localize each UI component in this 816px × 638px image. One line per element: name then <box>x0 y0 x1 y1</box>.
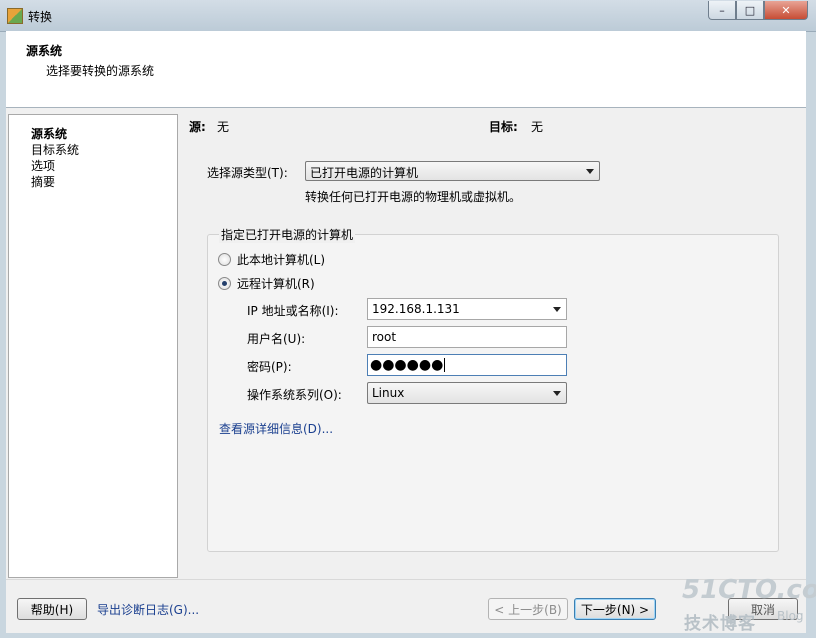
username-label: 用户名(U): <box>247 332 306 346</box>
password-input[interactable]: ●●●●●● <box>367 354 567 376</box>
watermark-logo: 51CTO.com <box>682 575 816 605</box>
wizard-header: 源系统 选择要转换的源系统 <box>6 31 806 108</box>
source-label: 源: <box>189 120 206 134</box>
nav-item-source-system[interactable]: 源系统 <box>31 126 67 142</box>
title-bar[interactable]: 转换 – □ ✕ <box>0 0 816 32</box>
minimize-button[interactable]: – <box>708 1 736 20</box>
wizard-content: 源系统 目标系统 选项 摘要 源: 无 目标: 无 选择源类型(T): 已打开电… <box>6 108 806 579</box>
app-icon <box>7 8 23 24</box>
ip-value: 192.168.1.131 <box>372 302 460 316</box>
os-family-dropdown[interactable]: Linux <box>367 382 567 404</box>
ip-address-combobox[interactable]: 192.168.1.131 <box>367 298 567 320</box>
username-value: root <box>372 330 397 344</box>
maximize-button[interactable]: □ <box>736 1 764 20</box>
remote-computer-label[interactable]: 远程计算机(R) <box>237 275 315 292</box>
source-type-value: 已打开电源的计算机 <box>310 166 419 180</box>
chevron-down-icon[interactable] <box>553 307 561 312</box>
page-subtitle: 选择要转换的源系统 <box>46 64 155 78</box>
next-button[interactable]: 下一步(N) > <box>574 598 656 620</box>
target-value: 无 <box>531 120 544 134</box>
source-type-label: 选择源类型(T): <box>207 166 288 180</box>
remote-computer-radio[interactable] <box>218 277 231 290</box>
chevron-down-icon <box>553 391 561 396</box>
window-title: 转换 <box>28 10 53 24</box>
help-button[interactable]: 帮助(H) <box>17 598 87 620</box>
wizard-steps-nav: 源系统 目标系统 选项 摘要 <box>8 114 178 578</box>
target-label: 目标: <box>489 120 518 134</box>
page-title: 源系统 <box>26 44 63 58</box>
username-input[interactable]: root <box>367 326 567 348</box>
password-mask: ●●●●●● <box>370 357 446 373</box>
os-family-value: Linux <box>372 386 405 400</box>
nav-item-summary[interactable]: 摘要 <box>31 174 55 190</box>
nav-item-target-system[interactable]: 目标系统 <box>31 142 79 158</box>
watermark-tagline: 技术博客 <box>684 614 756 634</box>
os-family-label: 操作系统系列(O): <box>247 388 342 402</box>
nav-item-options[interactable]: 选项 <box>31 158 55 174</box>
ip-label: IP 地址或名称(I): <box>247 304 339 318</box>
local-computer-label[interactable]: 此本地计算机(L) <box>237 251 325 268</box>
source-value: 无 <box>217 120 230 134</box>
group-title: 指定已打开电源的计算机 <box>219 226 356 243</box>
watermark-blog: Blog <box>777 609 804 623</box>
back-button[interactable]: < 上一步(B) <box>488 598 568 620</box>
chevron-down-icon <box>586 169 594 174</box>
export-diagnostic-logs-link[interactable]: 导出诊断日志(G)... <box>97 601 199 618</box>
source-type-dropdown[interactable]: 已打开电源的计算机 <box>305 161 600 181</box>
local-computer-radio[interactable] <box>218 253 231 266</box>
window-controls: – □ ✕ <box>708 1 808 20</box>
view-source-details-link[interactable]: 查看源详细信息(D)... <box>219 420 333 437</box>
password-label: 密码(P): <box>247 360 292 374</box>
source-type-description: 转换任何已打开电源的物理机或虚拟机。 <box>305 190 522 204</box>
close-button[interactable]: ✕ <box>764 1 808 20</box>
